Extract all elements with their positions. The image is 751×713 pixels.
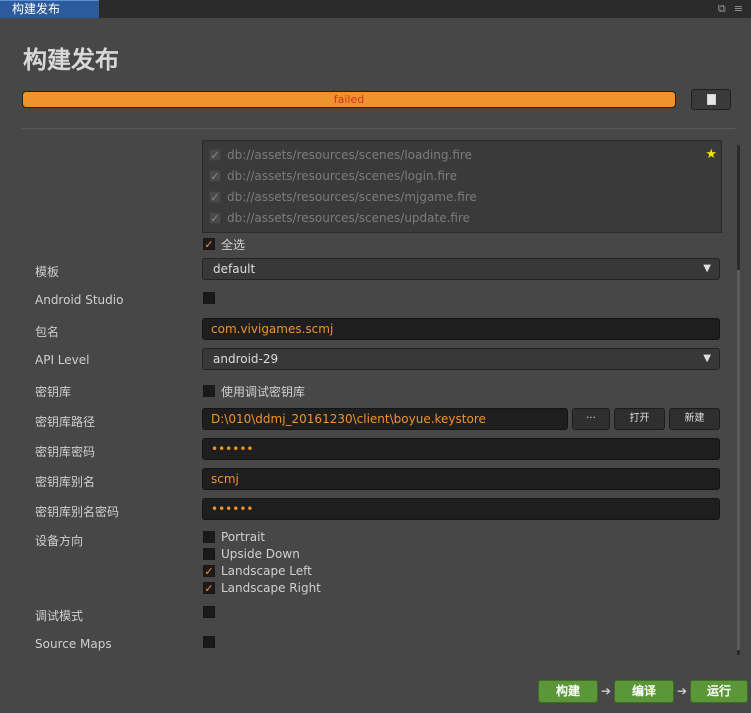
package-name-input[interactable]: com.vivigames.scmj: [202, 318, 720, 340]
scrollbar-thumb[interactable]: [737, 270, 740, 650]
portrait-label: Portrait: [221, 530, 266, 544]
list-item[interactable]: ✓ db://assets/resources/scenes/loading.f…: [209, 147, 472, 163]
debug-keystore-label: 使用调试密钥库: [221, 384, 306, 399]
package-name-label: 包名: [35, 325, 60, 339]
scene-list[interactable]: ✓ db://assets/resources/scenes/loading.f…: [202, 140, 722, 233]
new-keystore-button[interactable]: 新建: [669, 408, 720, 430]
panel-tab-bar: 构建发布 ⧉ ≡: [0, 0, 751, 18]
landscape-right-checkbox[interactable]: ✓: [203, 582, 215, 594]
upside-down-label: Upside Down: [221, 547, 300, 561]
build-button[interactable]: 构建: [538, 680, 598, 703]
source-maps-label: Source Maps: [35, 637, 112, 651]
select-all-checkbox[interactable]: ✓: [203, 238, 215, 250]
debug-mode-checkbox[interactable]: [203, 606, 215, 618]
tab-bar-icons: ⧉ ≡: [718, 0, 743, 18]
keystore-alias-input[interactable]: scmj: [202, 468, 720, 490]
template-value: default: [213, 262, 256, 276]
scene-path: db://assets/resources/scenes/loading.fir…: [227, 148, 472, 162]
select-all-label: 全选: [221, 237, 246, 252]
progress-status: failed: [333, 93, 365, 106]
popout-icon[interactable]: ⧉: [718, 0, 726, 18]
page-title: 构建发布: [23, 46, 119, 74]
keystore-path-label: 密钥库路径: [35, 415, 96, 429]
orientation-upside-down-row[interactable]: Upside Down: [203, 546, 300, 562]
build-progress-bar: failed: [22, 91, 676, 108]
divider: [22, 128, 735, 129]
source-maps-checkbox-wrap[interactable]: [203, 636, 215, 651]
chevron-down-icon: ▼: [703, 353, 711, 364]
android-studio-label: Android Studio: [35, 293, 124, 307]
arrow-right-icon: ➔: [601, 684, 612, 698]
list-item[interactable]: ✓ db://assets/resources/scenes/mjgame.fi…: [209, 189, 477, 205]
keystore-password-label: 密钥库密码: [35, 445, 96, 459]
menu-icon[interactable]: ≡: [734, 0, 743, 18]
api-level-value: android-29: [213, 352, 279, 366]
select-all-row[interactable]: ✓ 全选: [203, 236, 245, 252]
scene-path: db://assets/resources/scenes/mjgame.fire: [227, 190, 477, 204]
debug-mode-label: 调试模式: [35, 609, 84, 623]
keystore-label: 密钥库: [35, 385, 72, 399]
run-button[interactable]: 运行: [690, 680, 748, 703]
debug-mode-checkbox-wrap[interactable]: [203, 606, 215, 621]
open-log-button[interactable]: [691, 89, 731, 110]
checkbox-scene-mjgame[interactable]: ✓: [209, 191, 221, 203]
document-icon: [706, 94, 716, 105]
list-item[interactable]: ✓ db://assets/resources/scenes/login.fir…: [209, 168, 457, 184]
api-level-select[interactable]: android-29 ▼: [202, 348, 720, 370]
arrow-right-icon: ➔: [677, 684, 688, 698]
orientation-label: 设备方向: [35, 534, 84, 548]
orientation-landscape-right-row[interactable]: ✓ Landscape Right: [203, 580, 321, 596]
api-level-label: API Level: [35, 353, 90, 367]
debug-keystore-checkbox[interactable]: [203, 385, 215, 397]
checkbox-scene-loading[interactable]: ✓: [209, 149, 221, 161]
source-maps-checkbox[interactable]: [203, 636, 215, 648]
open-keystore-button[interactable]: 打开: [614, 408, 665, 430]
orientation-portrait-row[interactable]: Portrait: [203, 529, 265, 545]
landscape-left-checkbox[interactable]: ✓: [203, 565, 215, 577]
scene-path: db://assets/resources/scenes/update.fire: [227, 211, 471, 225]
keystore-alias-label: 密钥库别名: [35, 475, 96, 489]
browse-button[interactable]: ···: [572, 408, 610, 430]
alias-password-label: 密钥库别名密码: [35, 505, 120, 519]
star-icon[interactable]: ★: [705, 147, 717, 162]
scene-path: db://assets/resources/scenes/login.fire: [227, 169, 457, 183]
alias-password-input[interactable]: ••••••: [202, 498, 720, 520]
template-select[interactable]: default ▼: [202, 258, 720, 280]
upside-down-checkbox[interactable]: [203, 548, 215, 560]
checkbox-scene-login[interactable]: ✓: [209, 170, 221, 182]
debug-keystore-row[interactable]: 使用调试密钥库: [203, 383, 305, 399]
compile-button[interactable]: 编译: [614, 680, 674, 703]
keystore-path-input[interactable]: D:\010\ddmj_20161230\client\boyue.keysto…: [202, 408, 568, 430]
landscape-left-label: Landscape Left: [221, 564, 312, 578]
android-studio-checkbox-wrap[interactable]: [203, 292, 215, 307]
keystore-password-input[interactable]: ••••••: [202, 438, 720, 460]
template-label: 模板: [35, 265, 60, 279]
landscape-right-label: Landscape Right: [221, 581, 321, 595]
list-item[interactable]: ✓ db://assets/resources/scenes/update.fi…: [209, 210, 470, 226]
tab-build[interactable]: 构建发布: [0, 0, 99, 18]
portrait-checkbox[interactable]: [203, 531, 215, 543]
checkbox-scene-update[interactable]: ✓: [209, 212, 221, 224]
orientation-landscape-left-row[interactable]: ✓ Landscape Left: [203, 563, 312, 579]
chevron-down-icon: ▼: [703, 263, 711, 274]
android-studio-checkbox[interactable]: [203, 292, 215, 304]
